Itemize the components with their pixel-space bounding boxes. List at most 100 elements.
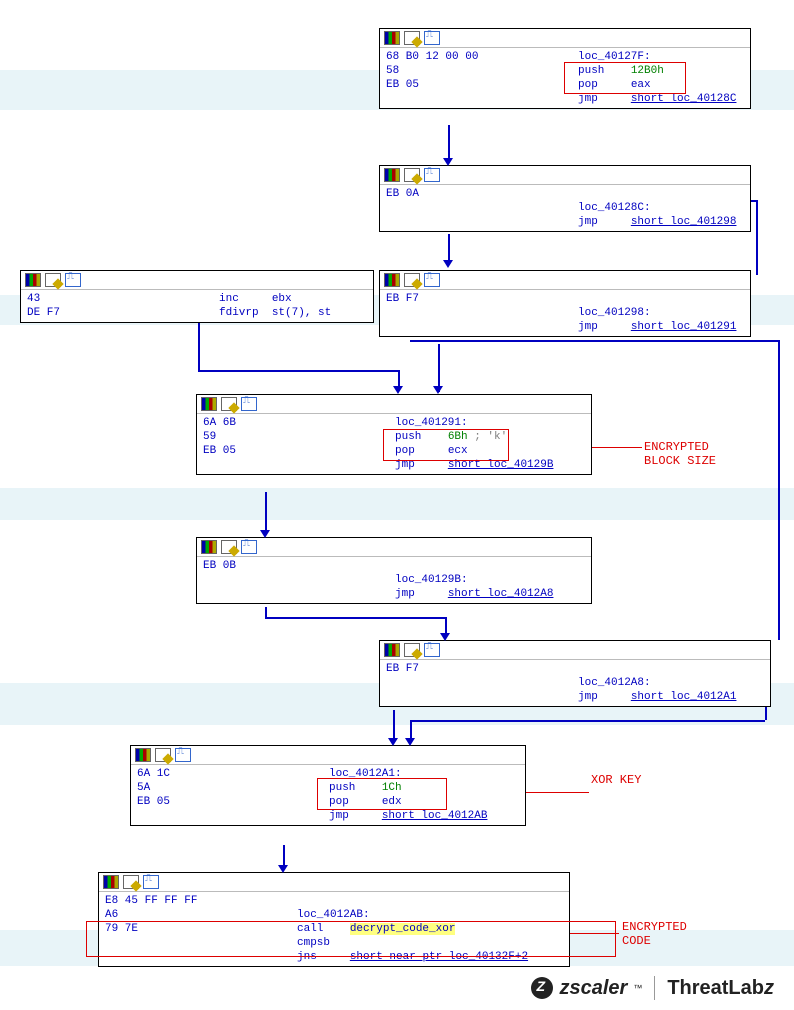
node-titlebar bbox=[131, 746, 525, 765]
graph-icon[interactable] bbox=[424, 273, 440, 287]
node-titlebar bbox=[380, 166, 750, 185]
flow-arrow bbox=[265, 492, 267, 534]
graph-icon[interactable] bbox=[424, 31, 440, 45]
flow-edge bbox=[410, 340, 780, 342]
node-body: 68 B0 12 00 00 58 EB 05 loc_40127F: push… bbox=[380, 48, 750, 108]
block-401298[interactable]: EB F7 loc_401298: jmp short loc_401291 bbox=[379, 270, 751, 337]
colors-icon[interactable] bbox=[201, 540, 217, 554]
graph-icon[interactable] bbox=[65, 273, 81, 287]
node-titlebar bbox=[21, 271, 373, 290]
threatlabz-logo: ThreatLabz bbox=[667, 977, 774, 1000]
arrow-head bbox=[440, 633, 450, 641]
graph-icon[interactable] bbox=[424, 643, 440, 657]
colors-icon[interactable] bbox=[103, 875, 119, 889]
edit-icon[interactable] bbox=[404, 168, 420, 182]
arrow-head bbox=[433, 386, 443, 394]
arrow-head bbox=[388, 738, 398, 746]
disasm: inc ebx fdivrp st(7), st bbox=[213, 290, 337, 322]
colors-icon[interactable] bbox=[384, 31, 400, 45]
hex-bytes: EB F7 bbox=[380, 660, 572, 706]
disasm: loc_40127F: push 12B0h pop eax jmp short… bbox=[572, 48, 742, 108]
colors-icon[interactable] bbox=[384, 643, 400, 657]
node-titlebar bbox=[380, 641, 770, 660]
graph-icon[interactable] bbox=[175, 748, 191, 762]
block-4012A8[interactable]: EB F7 loc_4012A8: jmp short loc_4012A1 bbox=[379, 640, 771, 707]
zscaler-logo: zscaler™ bbox=[531, 977, 642, 1000]
disasm: loc_4012A1: push 1Ch pop edx jmp short l… bbox=[323, 765, 493, 825]
disasm: loc_40129B: jmp short loc_4012A8 bbox=[389, 557, 559, 603]
arrow-head bbox=[405, 738, 415, 746]
graph-icon[interactable] bbox=[241, 397, 257, 411]
flow-arrow bbox=[438, 344, 440, 392]
edit-icon[interactable] bbox=[221, 397, 237, 411]
graph-icon[interactable] bbox=[143, 875, 159, 889]
edit-icon[interactable] bbox=[404, 643, 420, 657]
node-titlebar bbox=[197, 395, 591, 414]
hex-bytes: E8 45 FF FF FF A6 79 7E bbox=[99, 892, 291, 966]
disasm: loc_4012AB: call decrypt_code_xor cmpsb … bbox=[291, 892, 534, 966]
annotation-xor-key: XOR KEY bbox=[591, 773, 641, 787]
brand-text: zscaler bbox=[559, 977, 627, 1000]
node-body: EB 0A loc_40128C: jmp short loc_401298 bbox=[380, 185, 750, 231]
annotation-encrypted-code: ENCRYPTED CODE bbox=[622, 920, 687, 948]
disasm: loc_4012A8: jmp short loc_4012A1 bbox=[572, 660, 742, 706]
graph-icon[interactable] bbox=[424, 168, 440, 182]
disasm: loc_401298: jmp short loc_401291 bbox=[572, 290, 742, 336]
hex-bytes: EB F7 bbox=[380, 290, 572, 336]
annotation-block-size: ENCRYPTED BLOCK SIZE bbox=[644, 440, 716, 468]
flow-arrow bbox=[448, 125, 450, 161]
annotation-line bbox=[590, 447, 642, 448]
node-titlebar bbox=[99, 873, 569, 892]
node-body: EB 0B loc_40129B: jmp short loc_4012A8 bbox=[197, 557, 591, 603]
disasm: loc_401291: push 6Bh ; 'k' pop ecx jmp s… bbox=[389, 414, 559, 474]
hex-bytes: EB 0A bbox=[380, 185, 572, 231]
arrow-head bbox=[443, 158, 453, 166]
flow-edge bbox=[778, 340, 780, 640]
node-body: E8 45 FF FF FF A6 79 7E loc_4012AB: call… bbox=[99, 892, 569, 966]
node-titlebar bbox=[380, 271, 750, 290]
graph-icon[interactable] bbox=[241, 540, 257, 554]
block-4012AB[interactable]: E8 45 FF FF FF A6 79 7E loc_4012AB: call… bbox=[98, 872, 570, 967]
edit-icon[interactable] bbox=[45, 273, 61, 287]
block-40127F[interactable]: 68 B0 12 00 00 58 EB 05 loc_40127F: push… bbox=[379, 28, 751, 109]
flow-arrow bbox=[198, 370, 398, 372]
block-40129B[interactable]: EB 0B loc_40129B: jmp short loc_4012A8 bbox=[196, 537, 592, 604]
footer-divider bbox=[654, 976, 655, 1000]
arrow-head bbox=[393, 386, 403, 394]
block-40128C[interactable]: EB 0A loc_40128C: jmp short loc_401298 bbox=[379, 165, 751, 232]
colors-icon[interactable] bbox=[384, 168, 400, 182]
arrow-head bbox=[260, 530, 270, 538]
node-body: 43 DE F7 inc ebx fdivrp st(7), st bbox=[21, 290, 373, 322]
hex-bytes: 6A 6B 59 EB 05 bbox=[197, 414, 389, 474]
node-body: EB F7 loc_4012A8: jmp short loc_4012A1 bbox=[380, 660, 770, 706]
flow-arrow bbox=[265, 607, 267, 617]
node-body: EB F7 loc_401298: jmp short loc_401291 bbox=[380, 290, 750, 336]
edit-icon[interactable] bbox=[123, 875, 139, 889]
block-4012A1[interactable]: 6A 1C 5A EB 05 loc_4012A1: push 1Ch pop … bbox=[130, 745, 526, 826]
edit-icon[interactable] bbox=[404, 31, 420, 45]
hex-bytes: EB 0B bbox=[197, 557, 389, 603]
arrow-head bbox=[278, 865, 288, 873]
block-inc-ebx[interactable]: 43 DE F7 inc ebx fdivrp st(7), st bbox=[20, 270, 374, 323]
edit-icon[interactable] bbox=[404, 273, 420, 287]
flow-arrow bbox=[410, 720, 765, 722]
colors-icon[interactable] bbox=[384, 273, 400, 287]
hex-bytes: 68 B0 12 00 00 58 EB 05 bbox=[380, 48, 572, 108]
colors-icon[interactable] bbox=[25, 273, 41, 287]
annotation-line bbox=[567, 933, 619, 934]
bg-stripe bbox=[0, 488, 794, 520]
node-titlebar bbox=[380, 29, 750, 48]
node-titlebar bbox=[197, 538, 591, 557]
flow-edge bbox=[756, 200, 758, 275]
zscaler-icon bbox=[531, 977, 553, 999]
block-401291[interactable]: 6A 6B 59 EB 05 loc_401291: push 6Bh ; 'k… bbox=[196, 394, 592, 475]
edit-icon[interactable] bbox=[221, 540, 237, 554]
colors-icon[interactable] bbox=[135, 748, 151, 762]
edit-icon[interactable] bbox=[155, 748, 171, 762]
hex-bytes: 43 DE F7 bbox=[21, 290, 213, 322]
arrow-head bbox=[443, 260, 453, 268]
footer: zscaler™ ThreatLabz bbox=[531, 976, 774, 1000]
colors-icon[interactable] bbox=[201, 397, 217, 411]
flow-arrow bbox=[198, 320, 200, 370]
node-body: 6A 6B 59 EB 05 loc_401291: push 6Bh ; 'k… bbox=[197, 414, 591, 474]
